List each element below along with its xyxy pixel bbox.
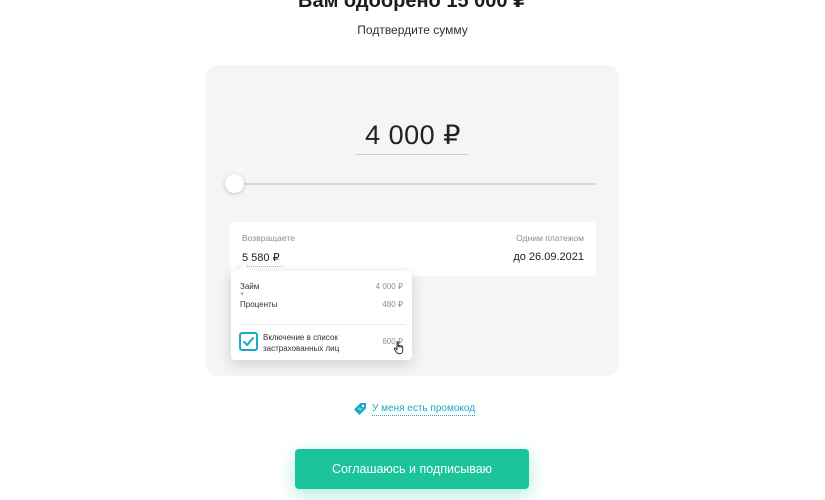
insurance-label: Включение в список застрахованных лиц <box>263 332 339 354</box>
promo-code-link[interactable]: У меня есть промокод <box>372 403 476 416</box>
breakdown-interest-value: 480 ₽ <box>382 300 403 309</box>
insurance-label-line2: застрахованных лиц <box>263 344 340 353</box>
amount-underline <box>356 154 468 155</box>
page-subtitle: Подтвердите сумму <box>357 23 468 37</box>
repayment-value-underline <box>242 266 282 267</box>
hand-cursor-icon <box>393 341 404 355</box>
page-title: Вам одобрено 15 000 ₽ <box>298 0 527 12</box>
breakdown-loan-value: 4 000 ₽ <box>375 282 403 291</box>
breakdown-interest-label: Проценты <box>240 300 278 309</box>
amount-slider-track[interactable] <box>234 183 596 185</box>
payment-type-label: Одним платежом <box>516 233 584 243</box>
insurance-checkbox[interactable] <box>239 332 258 351</box>
checkmark-icon <box>243 337 254 346</box>
agree-and-sign-button[interactable]: Соглашаюсь и подписываю <box>295 449 529 489</box>
loan-confirmation-page: Вам одобрено 15 000 ₽ Подтвердите сумму … <box>0 0 825 500</box>
repayment-label: Возвращаете <box>242 233 295 243</box>
breakdown-loan-label: Займ <box>240 282 260 291</box>
repayment-breakdown-popup: Займ 4 000 ₽ + Проценты 480 ₽ Включение … <box>231 263 412 360</box>
repayment-summary: Возвращаете 5 580 ₽ Одним платежом до 26… <box>230 222 596 276</box>
insurance-label-line1: Включение в список <box>263 333 338 342</box>
breakdown-plus: + <box>240 291 245 298</box>
amount-slider-thumb[interactable] <box>225 174 244 193</box>
breakdown-divider <box>240 324 406 325</box>
loan-amount-input[interactable]: 4 000 ₽ <box>356 120 470 151</box>
tag-icon: % <box>354 403 366 415</box>
payment-due-date: до 26.09.2021 <box>513 251 584 263</box>
repayment-value[interactable]: 5 580 ₽ <box>242 251 280 264</box>
